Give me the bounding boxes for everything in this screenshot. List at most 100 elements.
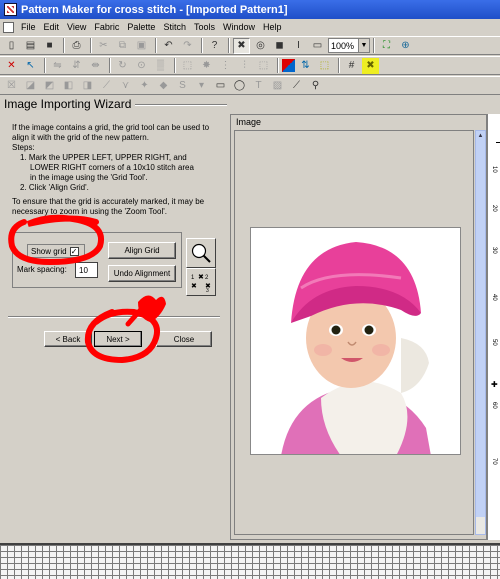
svg-text:✖: ✖ (191, 283, 197, 290)
step-2-text: 2. Click 'Align Grid'. (20, 183, 89, 192)
fill-icon[interactable]: ▒ (152, 58, 169, 74)
menu-fabric[interactable]: Fabric (90, 22, 123, 32)
cut-icon[interactable]: ✂ (95, 38, 112, 54)
copy-icon[interactable]: ⧉ (114, 38, 131, 54)
backstitch-icon[interactable]: ⋮ (217, 58, 234, 74)
menu-window[interactable]: Window (219, 22, 259, 32)
scroll-thumb[interactable] (476, 142, 485, 517)
image-viewport[interactable] (234, 130, 474, 535)
petite-stitch-icon[interactable]: ◨ (79, 78, 96, 94)
next-button[interactable]: Next > (94, 331, 142, 347)
chevron-down-icon[interactable]: ▼ (358, 39, 369, 52)
mirror-icon[interactable]: ⇼ (87, 58, 104, 74)
imported-photo[interactable] (250, 227, 461, 455)
fit-window-icon[interactable]: ⛶ (378, 38, 395, 54)
block-view-icon[interactable]: ◼ (271, 38, 288, 54)
quarter-stitch-icon[interactable]: ◩ (41, 78, 58, 94)
eyedropper-icon[interactable]: ⟋ (288, 78, 305, 94)
image-panel: Image ▲ (230, 114, 487, 540)
split-icon[interactable]: ⫶ (236, 58, 253, 74)
new-file-icon[interactable]: ▯ (3, 38, 20, 54)
undo-alignment-button[interactable]: Undo Alignment (108, 265, 176, 282)
cross-yellow-icon[interactable]: ✖ (362, 57, 379, 74)
zoom-value: 100% (331, 40, 355, 51)
grid-corners-icon: 1 ✖ 2 ✖ ✖ 3 (191, 274, 211, 293)
sheet-icon[interactable]: ▭ (309, 38, 326, 54)
open-file-icon[interactable]: ▤ (22, 38, 39, 54)
menu-help[interactable]: Help (259, 22, 286, 32)
grid-icon[interactable]: # (343, 58, 360, 74)
note-text: To ensure that the grid is accurately ma… (12, 197, 205, 206)
text-tool-icon[interactable]: T (250, 78, 267, 94)
magnifier-icon[interactable]: ⚲ (307, 78, 324, 94)
diagonal-stitch-icon[interactable]: ⟋ (98, 78, 115, 94)
marquee-icon[interactable]: ⬚ (255, 58, 272, 74)
document-icon[interactable] (3, 21, 14, 33)
select-icon[interactable]: ↖ (22, 58, 39, 74)
three-quarter-stitch-icon[interactable]: ◧ (60, 78, 77, 94)
rectangle-icon[interactable]: ▭ (212, 78, 229, 94)
ruler-label: 50 (491, 339, 497, 346)
step-1-text-cont: LOWER RIGHT corners of a 10x10 stitch ar… (30, 163, 194, 172)
step-1-text-cont2: in the image using the 'Grid Tool'. (30, 173, 148, 182)
menu-file[interactable]: File (17, 22, 40, 32)
svg-text:3: 3 (206, 288, 209, 293)
menu-palette[interactable]: Palette (123, 22, 159, 32)
menu-tools[interactable]: Tools (190, 22, 219, 32)
redo-icon[interactable]: ↷ (179, 38, 196, 54)
close-button[interactable]: Close (156, 331, 212, 347)
full-stitch-icon[interactable]: ☒ (3, 78, 20, 94)
scroll-up-icon[interactable]: ▲ (476, 131, 485, 142)
back-button[interactable]: < Back (44, 331, 92, 347)
cross-stitch-view-icon[interactable]: ✖ (233, 37, 250, 54)
vertical-scrollbar[interactable]: ▲ (475, 130, 486, 535)
image-icon[interactable]: ▨ (269, 78, 286, 94)
menu-view[interactable]: View (63, 22, 90, 32)
knot-icon[interactable]: ✦ (136, 78, 153, 94)
app-icon (4, 3, 17, 16)
paste-icon[interactable]: ▣ (133, 38, 150, 54)
flip-horizontal-icon[interactable]: ⇋ (49, 58, 66, 74)
menu-edit[interactable]: Edit (40, 22, 64, 32)
menu-stitch[interactable]: Stitch (159, 22, 190, 32)
center-icon[interactable]: ⊙ (133, 58, 150, 74)
help-icon[interactable]: ? (206, 38, 223, 54)
toolbar-shapes: ☒ ◪ ◩ ◧ ◨ ⟋ ⋎ ✦ ◆ S ▾ ▭ ◯ T ▨ ⟋ ⚲ (0, 76, 500, 95)
zoom-in-icon[interactable]: ⊕ (397, 38, 414, 54)
svg-text:1: 1 (191, 275, 195, 281)
symbol-view-icon[interactable]: ◎ (252, 38, 269, 54)
grid-tool-button[interactable]: 1 ✖ 2 ✖ ✖ 3 (186, 268, 216, 296)
line-stitch-icon[interactable]: ⋎ (117, 78, 134, 94)
highlight-icon[interactable]: ⬚ (316, 58, 333, 74)
zoom-select[interactable]: 100% ▼ (328, 38, 370, 53)
show-grid-check[interactable]: ✓ (69, 246, 79, 256)
rotate-icon[interactable]: ↻ (114, 58, 131, 74)
zoom-tool-button[interactable] (186, 238, 216, 268)
flip-vertical-icon[interactable]: ⇵ (68, 58, 85, 74)
ruler-label: 10 (491, 166, 497, 173)
toolbar-standard: ▯ ▤ ■ ⎙ ✂ ⧉ ▣ ↶ ↷ ? ✖ ◎ ◼ I ▭ 100% ▼ ⛶ ⊕ (0, 36, 500, 55)
print-icon[interactable]: ⎙ (68, 38, 85, 54)
menu-bar: File Edit View Fabric Palette Stitch Too… (0, 19, 500, 35)
text-cursor-icon[interactable]: I (290, 38, 307, 54)
align-grid-button[interactable]: Align Grid (108, 242, 176, 259)
undo-icon[interactable]: ↶ (160, 38, 177, 54)
ruler-label: 70 (491, 458, 497, 465)
bead-icon[interactable]: ◆ (155, 78, 172, 94)
save-icon[interactable]: ■ (41, 38, 58, 54)
half-stitch-icon[interactable]: ◪ (22, 78, 39, 94)
burst-icon[interactable]: ✸ (198, 58, 215, 74)
wizard-instructions: If the image contains a grid, the grid t… (12, 123, 224, 217)
svg-text:2: 2 (205, 275, 209, 281)
divider (8, 316, 220, 318)
erase-icon[interactable]: ✕ (3, 58, 20, 74)
dropdown-icon[interactable]: ▾ (193, 78, 210, 94)
show-grid-checkbox[interactable]: Show grid ✓ (27, 244, 85, 258)
swap-icon[interactable]: ⇅ (297, 58, 314, 74)
dotted-box-icon[interactable]: ⬚ (179, 58, 196, 74)
palette-colors-icon[interactable] (282, 59, 295, 72)
mark-spacing-input[interactable]: 10 (75, 262, 98, 278)
pattern-grid-preview[interactable] (0, 543, 500, 579)
curve-icon[interactable]: S (174, 78, 191, 94)
ellipse-icon[interactable]: ◯ (231, 78, 248, 94)
